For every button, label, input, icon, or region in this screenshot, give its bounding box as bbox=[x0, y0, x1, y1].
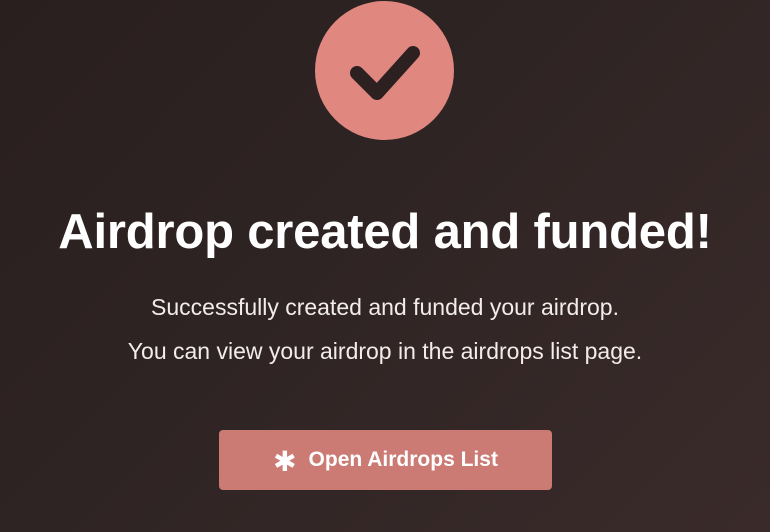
description-line-1: Successfully created and funded your air… bbox=[151, 294, 619, 320]
asterisk-icon: ✱ bbox=[273, 446, 297, 477]
checkmark-icon bbox=[349, 45, 420, 100]
page-title: Airdrop created and funded! bbox=[58, 205, 712, 259]
open-airdrops-list-button[interactable]: ✱ Open Airdrops List bbox=[219, 430, 552, 490]
success-badge bbox=[315, 1, 454, 140]
description-line-2: You can view your airdrop in the airdrop… bbox=[127, 338, 643, 364]
open-airdrops-list-label: Open Airdrops List bbox=[308, 448, 498, 471]
success-panel: Airdrop created and funded! Successfully… bbox=[0, 0, 770, 532]
